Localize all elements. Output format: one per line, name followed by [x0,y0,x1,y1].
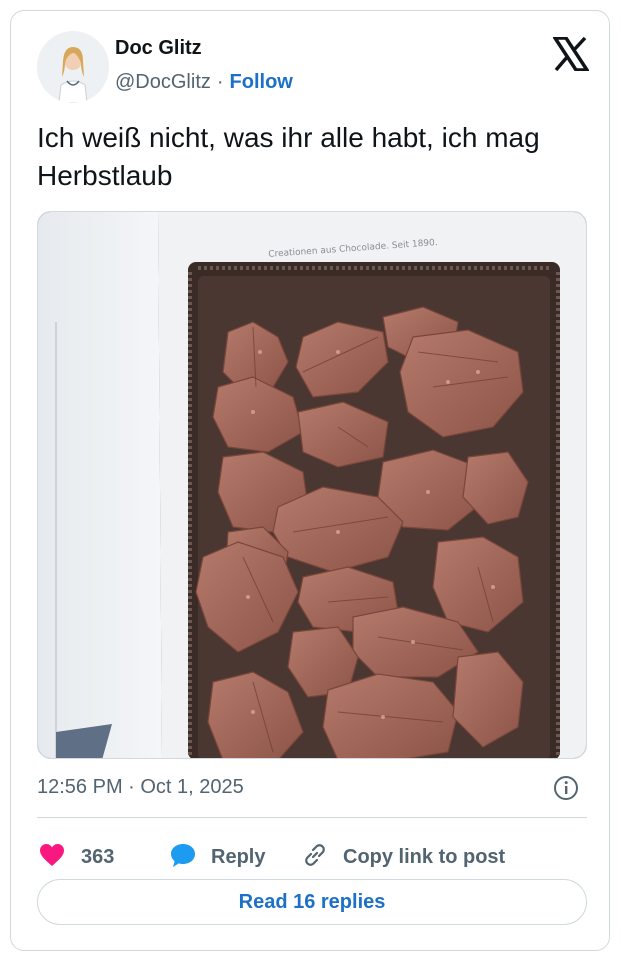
copy-link-button[interactable]: Copy link to post [301,837,505,877]
like-button[interactable]: 363 [39,837,114,877]
tweet-text: Ich weiß nicht, was ihr alle habt, ich m… [37,122,540,191]
read-replies-button[interactable]: Read 16 replies [37,879,587,925]
follow-button[interactable]: Follow [230,71,293,93]
info-icon[interactable] [553,775,579,801]
author-display-name[interactable]: Doc Glitz [115,37,202,60]
tweet-timestamp[interactable]: 12:56 PM · Oct 1, 2025 [37,776,244,799]
reply-button[interactable]: Reply [169,837,265,877]
action-bar: 363 Reply Copy link to post [37,837,597,877]
tweet-card: Doc Glitz @DocGlitz · Follow Ich weiß nich… [10,10,610,951]
link-icon [301,841,329,874]
tweet-photo[interactable]: Creationen aus Chocolade. Seit 1890. [37,211,587,759]
author-handle-row: @DocGlitz · Follow [115,71,293,94]
read-replies-label: Read 16 replies [238,890,386,913]
avatar[interactable] [37,31,109,103]
heart-icon [39,843,65,872]
author-handle[interactable]: @DocGlitz [115,71,211,93]
reply-label: Reply [211,845,266,868]
reply-bubble-icon [169,842,197,873]
like-count: 363 [81,845,115,868]
x-logo-icon[interactable] [551,36,591,72]
handle-separator: · [216,71,224,93]
divider [37,817,587,818]
copy-link-label: Copy link to post [343,845,506,868]
